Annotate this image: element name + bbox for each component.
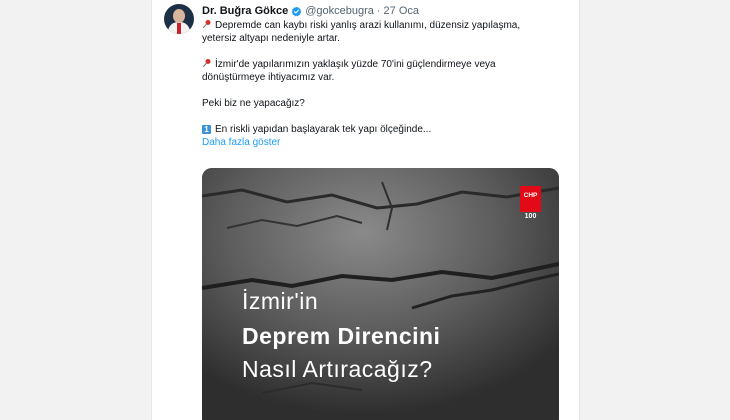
tweet-header: Dr. Buğra Gökce @gokcebugra · 27 Oca: [202, 3, 419, 19]
number-badge-icon: 1: [202, 125, 211, 134]
headline-line-2: Deprem Direncini: [242, 323, 441, 349]
separator-dot: ·: [376, 5, 381, 17]
pin-icon: [203, 59, 211, 67]
tweet-line: İzmir'de yapılarımızın yaklaşık yüzde 70…: [202, 58, 562, 71]
chp-logo-text: CHP: [523, 192, 538, 199]
headline-line-3: Nasıl Artıracağız?: [242, 356, 433, 382]
verified-icon: [291, 6, 302, 16]
show-more-link[interactable]: Daha fazla göster: [202, 136, 562, 149]
author-handle[interactable]: @gokcebugra: [305, 5, 374, 17]
tweet-line-text: yetersiz altyapı nedeniyle artar.: [202, 33, 340, 44]
author-name[interactable]: Dr. Buğra Gökce: [202, 5, 288, 17]
avatar-tie: [177, 23, 181, 34]
avatar-face: [173, 9, 185, 23]
tweet-line: Depremde can kaybı riski yanlış arazi ku…: [202, 19, 562, 32]
tweet-line-text: İzmir'de yapılarımızın yaklaşık yüzde 70…: [215, 59, 496, 70]
tweet-line-text: dönüştürmeye ihtiyacımız var.: [202, 72, 335, 83]
chp-logo: CHP 100: [520, 186, 541, 222]
tweet-line: Peki biz ne yapacağız?: [202, 97, 562, 110]
chp-logo-100: 100: [524, 213, 537, 220]
tweet-card[interactable]: Dr. Buğra Gökce @gokcebugra · 27 Oca Dep…: [151, 0, 580, 420]
tweet-line: yetersiz altyapı nedeniyle artar.: [202, 32, 562, 45]
headline-line-1: İzmir'in: [242, 288, 319, 314]
tweet-line: dönüştürmeye ihtiyacımız var.: [202, 71, 562, 84]
tweet-text: Depremde can kaybı riski yanlış arazi ku…: [202, 19, 562, 149]
tweet-line-text: En riskli yapıdan başlayarak tek yapı öl…: [215, 124, 432, 135]
pin-icon: [203, 20, 211, 28]
tweet-line-text: Depremde can kaybı riski yanlış arazi ku…: [215, 20, 521, 31]
tweet-media-image[interactable]: CHP 100 İzmir'in Deprem Direncini Nasıl …: [202, 168, 559, 420]
avatar[interactable]: [164, 4, 194, 34]
tweet-date[interactable]: 27 Oca: [384, 5, 419, 17]
tweet-line-text: Peki biz ne yapacağız?: [202, 98, 305, 109]
tweet-line: 1 En riskli yapıdan başlayarak tek yapı ö…: [202, 123, 562, 136]
